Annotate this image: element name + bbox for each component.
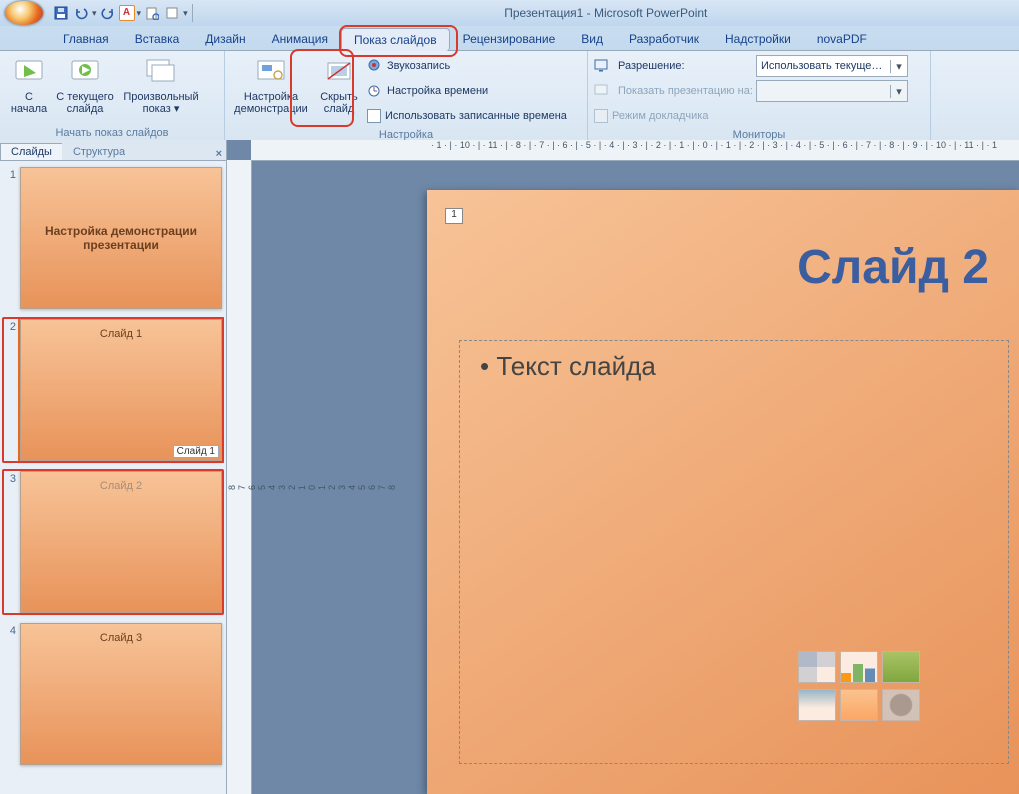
tab-review[interactable]: Рецензирование: [450, 27, 569, 50]
tab-novapdf[interactable]: novaPDF: [804, 27, 880, 50]
bullet-text[interactable]: Текст слайда: [480, 351, 988, 382]
placeholder-icons: [798, 651, 918, 721]
resolution-label: Разрешение:: [618, 60, 748, 72]
insert-table-icon[interactable]: [798, 651, 836, 683]
group-monitors: Разрешение: Использовать текуще…▾ Показа…: [588, 51, 931, 141]
setup-slideshow-icon: [254, 55, 288, 89]
ribbon: Сначала С текущегослайда Произвольныйпок…: [0, 50, 1019, 142]
rehearse-timings-button[interactable]: Настройка времени: [367, 80, 567, 102]
thumbnail-preview: Слайд 3: [20, 623, 222, 765]
thumbnail[interactable]: 3 Слайд 2: [4, 471, 222, 613]
chevron-down-icon: ▾: [890, 85, 907, 98]
thumbnail[interactable]: 2 Слайд 1 Слайд 1: [4, 319, 222, 461]
insert-picture-icon[interactable]: [798, 689, 836, 721]
group-start-slideshow: Сначала С текущегослайда Произвольныйпок…: [0, 51, 225, 141]
thumbnail[interactable]: 4 Слайд 3: [4, 623, 222, 765]
slide-editor: · 1 · | · 10 · | · 11 · | · 8 · | · 7 · …: [227, 140, 1019, 794]
presenter-view-checkbox[interactable]: Режим докладчика: [594, 105, 708, 127]
work-area: Слайды Структура × 1 Настройка демонстра…: [0, 140, 1019, 794]
office-button[interactable]: [4, 0, 44, 26]
show-on-label: Показать презентацию на:: [618, 85, 748, 97]
insert-clipart-icon[interactable]: [840, 689, 878, 721]
checkbox-icon: [594, 109, 608, 123]
horizontal-ruler: · 1 · | · 10 · | · 11 · | · 8 · | · 7 · …: [251, 140, 1019, 161]
group-setup: Настройкадемонстрации Скрытьслайд Звукоз…: [225, 51, 588, 141]
chevron-down-icon: ▾: [890, 60, 907, 73]
thumbnail-preview: Настройка демонстрации презентации: [20, 167, 222, 309]
panel-tabs: Слайды Структура ×: [0, 140, 226, 161]
slide-panel: Слайды Структура × 1 Настройка демонстра…: [0, 140, 227, 794]
from-current-icon: [68, 55, 102, 89]
insert-smartart-icon[interactable]: [882, 651, 920, 683]
tab-developer[interactable]: Разработчик: [616, 27, 712, 50]
resolution-icon: [594, 58, 610, 74]
from-current-button[interactable]: С текущегослайда: [56, 53, 114, 117]
show-on-icon: [594, 83, 610, 99]
new-slide-icon[interactable]: [163, 4, 181, 22]
tab-slideshow[interactable]: Показ слайдов: [341, 28, 450, 51]
window-title: Презентация1 - Microsoft PowerPoint: [197, 6, 1015, 20]
panel-close-button[interactable]: ×: [216, 148, 222, 160]
panel-tab-outline[interactable]: Структура: [62, 143, 136, 160]
tab-design[interactable]: Дизайн: [192, 27, 258, 50]
thumbnail[interactable]: 1 Настройка демонстрации презентации: [4, 167, 222, 309]
vertical-ruler: 87654321012345678: [227, 160, 252, 794]
group-label: Начать показ слайдов: [6, 125, 218, 141]
resolution-combo[interactable]: Использовать текуще…▾: [756, 55, 908, 77]
print-preview-icon[interactable]: [143, 4, 161, 22]
tab-insert[interactable]: Вставка: [122, 27, 193, 50]
tab-addins[interactable]: Надстройки: [712, 27, 804, 50]
slide-title-text[interactable]: Слайд 2: [797, 240, 989, 295]
redo-icon[interactable]: [99, 4, 117, 22]
quick-access-toolbar: ▾ A ▾ ▾: [48, 4, 193, 22]
record-narration-button[interactable]: Звукозапись: [367, 55, 567, 77]
custom-slideshow-button[interactable]: Произвольныйпоказ ▾: [118, 53, 204, 117]
tab-home[interactable]: Главная: [50, 27, 122, 50]
hide-slide-icon: [322, 55, 356, 89]
insert-chart-icon[interactable]: [840, 651, 878, 683]
tab-animation[interactable]: Анимация: [259, 27, 341, 50]
text-a-icon[interactable]: A: [119, 5, 135, 21]
use-timings-checkbox[interactable]: Использовать записанные времена: [367, 105, 567, 127]
thumbnail-tooltip: Слайд 1: [173, 445, 219, 458]
ribbon-tabs: Главная Вставка Дизайн Анимация Показ сл…: [0, 26, 1019, 50]
qat-dropdown-icon[interactable]: ▾: [183, 8, 188, 19]
undo-icon[interactable]: [72, 4, 90, 22]
custom-slideshow-icon: [144, 55, 178, 89]
from-beginning-icon: [12, 55, 46, 89]
dropdown-icon[interactable]: ▾: [92, 8, 97, 19]
thumbnail-preview: Слайд 2: [20, 471, 222, 613]
thumbnail-list: 1 Настройка демонстрации презентации 2 С…: [0, 161, 226, 794]
page-number: 1: [445, 208, 463, 224]
thumbnail-preview: Слайд 1 Слайд 1: [20, 319, 222, 461]
panel-tab-slides[interactable]: Слайды: [0, 143, 63, 160]
tab-view[interactable]: Вид: [568, 27, 616, 50]
checkbox-icon: [367, 109, 381, 123]
content-placeholder[interactable]: Текст слайда: [459, 340, 1009, 764]
setup-slideshow-button[interactable]: Настройкадемонстрации: [231, 53, 311, 117]
slide-canvas[interactable]: 1 Слайд 2 Текст слайда: [427, 190, 1019, 794]
dropdown-icon[interactable]: ▾: [137, 8, 142, 19]
hide-slide-button[interactable]: Скрытьслайд: [315, 53, 363, 117]
insert-media-icon[interactable]: [882, 689, 920, 721]
from-beginning-button[interactable]: Сначала: [6, 53, 52, 117]
title-bar: ▾ A ▾ ▾ Презентация1 - Microsoft PowerPo…: [0, 0, 1019, 26]
show-on-combo: ▾: [756, 80, 908, 102]
rehearse-timings-icon: [367, 83, 383, 99]
save-icon[interactable]: [52, 4, 70, 22]
record-narration-icon: [367, 58, 383, 74]
